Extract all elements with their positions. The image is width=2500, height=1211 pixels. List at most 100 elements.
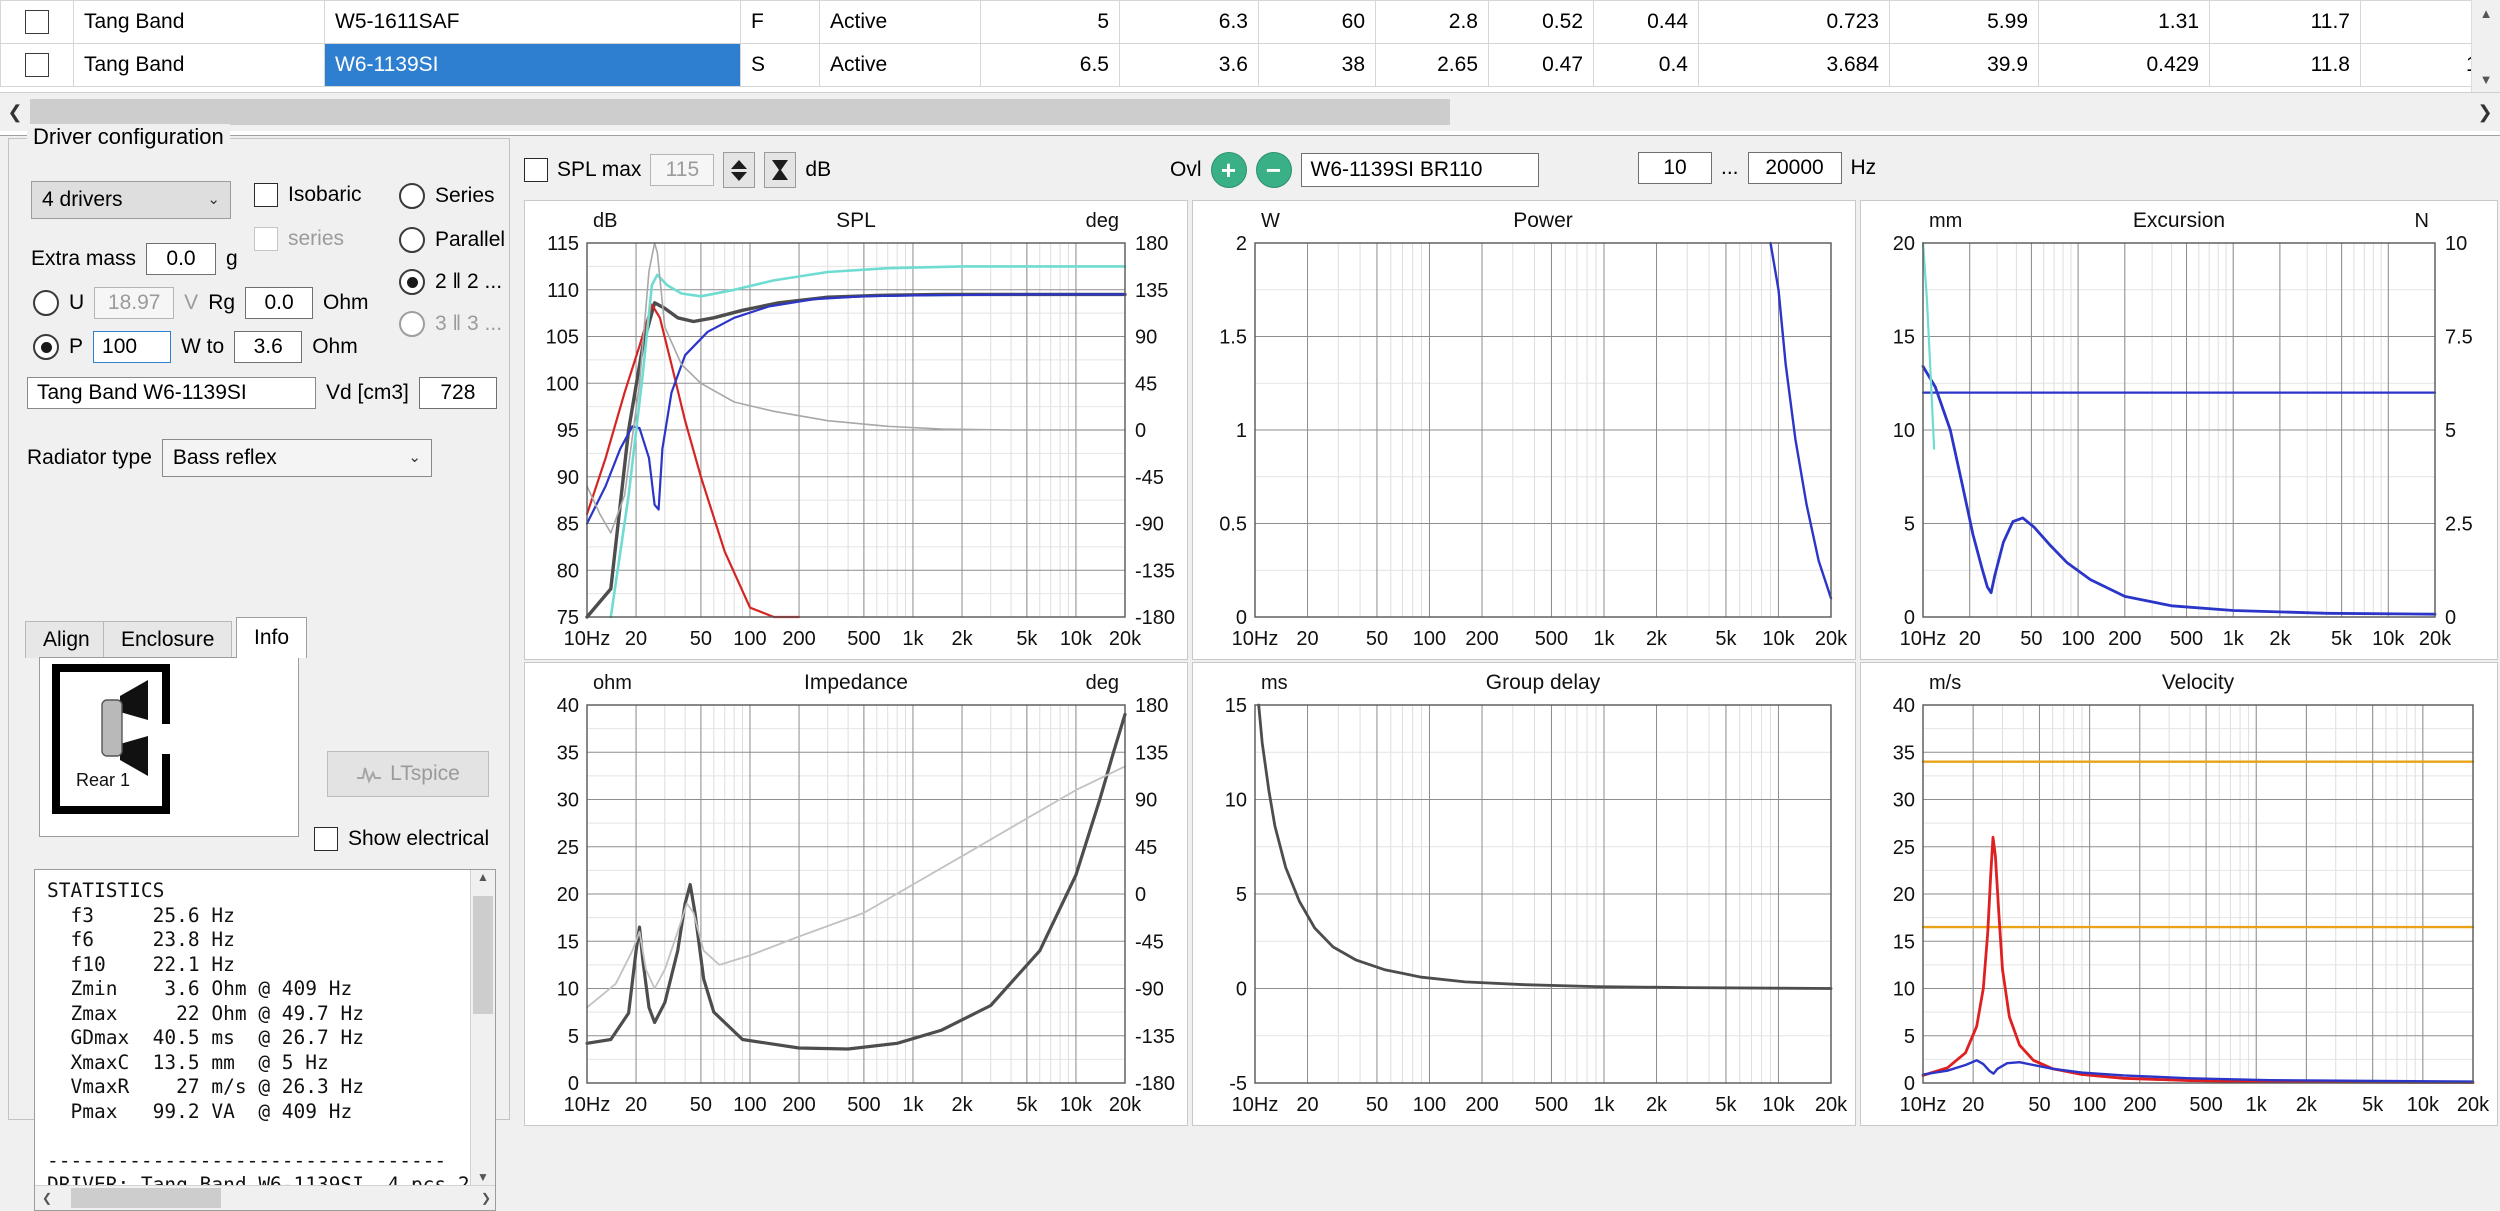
- cell-c5: 0.47: [1489, 44, 1594, 87]
- table-vertical-scrollbar[interactable]: ▲ ▼: [2471, 0, 2500, 92]
- power-drive-radio[interactable]: [33, 334, 59, 360]
- overlay-add-button[interactable]: +: [1211, 152, 1247, 188]
- svg-text:2k: 2k: [1646, 1094, 1668, 1116]
- freq-min-input[interactable]: 10: [1638, 152, 1712, 184]
- stats-scroll-right-icon[interactable]: ❯: [481, 1191, 491, 1205]
- vd-input[interactable]: 728: [419, 377, 497, 409]
- cell-model[interactable]: W6-1139SI: [325, 44, 741, 87]
- power-drive-row[interactable]: P 100 W to 3.6 Ohm: [33, 331, 358, 363]
- p-input[interactable]: 100: [93, 331, 171, 363]
- svg-text:100: 100: [1413, 628, 1446, 650]
- wiring-2x2-row[interactable]: 2 ‖ 2 ...: [399, 269, 502, 295]
- svg-text:50: 50: [690, 1094, 712, 1116]
- wiring-parallel-radio[interactable]: [399, 227, 425, 253]
- wiring-parallel-row[interactable]: Parallel: [399, 227, 505, 253]
- extra-mass-label: Extra mass: [31, 247, 136, 271]
- isobaric-series-row[interactable]: series: [254, 227, 344, 251]
- row-checkbox[interactable]: [25, 53, 49, 77]
- radiator-type-row: Radiator type Bass reflex ⌄: [27, 439, 432, 477]
- statistics-horizontal-scrollbar[interactable]: ❮ ❯: [35, 1185, 495, 1210]
- svg-text:45: 45: [1135, 373, 1157, 395]
- statistics-vscroll-thumb[interactable]: [473, 896, 493, 1014]
- row-checkbox[interactable]: [25, 10, 49, 34]
- statistics-hscroll-thumb[interactable]: [71, 1188, 221, 1208]
- table-row[interactable]: Tang BandW6-1139SISActive6.53.6382.650.4…: [1, 44, 2500, 87]
- rg-unit: Ohm: [323, 291, 369, 315]
- drivers-table-container[interactable]: Tang BandW5-1611SAFFActive56.3602.80.520…: [0, 0, 2500, 136]
- chart-spl[interactable]: 7580859095100105110115-180-135-90-450459…: [524, 200, 1188, 660]
- svg-text:10Hz: 10Hz: [1232, 1094, 1279, 1116]
- stats-scroll-left-icon[interactable]: ❮: [35, 1191, 59, 1205]
- wiring-series-row[interactable]: Series: [399, 183, 495, 209]
- svg-text:1k: 1k: [1593, 628, 1615, 650]
- driver-name-input[interactable]: Tang Band W6-1139SI: [27, 377, 316, 409]
- scroll-right-icon[interactable]: ❯: [2470, 94, 2500, 130]
- voltage-drive-row[interactable]: U 18.97 V Rg 0.0 Ohm: [33, 287, 369, 319]
- scroll-up-icon[interactable]: ▲: [2472, 0, 2500, 26]
- overlay-name-input[interactable]: W6-1139SI BR110: [1301, 153, 1539, 187]
- svg-text:5: 5: [2445, 420, 2456, 442]
- u-input[interactable]: 18.97: [94, 287, 174, 319]
- chart-velocity[interactable]: 051015202530354010Hz20501002005001k2k5k1…: [1860, 662, 2498, 1126]
- cell-model[interactable]: W5-1611SAF: [325, 1, 741, 44]
- svg-text:200: 200: [782, 628, 815, 650]
- chart-impedance[interactable]: 0510152025303540-180-135-90-450459013518…: [524, 662, 1188, 1126]
- isobaric-label: Isobaric: [288, 183, 362, 207]
- rg-input[interactable]: 0.0: [245, 287, 313, 319]
- p-impedance-input[interactable]: 3.6: [234, 331, 302, 363]
- spl-max-unit: dB: [805, 158, 831, 182]
- tab-info[interactable]: Info: [236, 617, 307, 658]
- overlay-remove-button[interactable]: −: [1256, 152, 1292, 188]
- spl-max-checkbox[interactable]: [524, 158, 548, 182]
- stats-scroll-up-icon[interactable]: ▲: [471, 870, 495, 884]
- tab-enclosure[interactable]: Enclosure: [103, 621, 232, 658]
- svg-text:10k: 10k: [1060, 628, 1093, 650]
- scroll-left-icon[interactable]: ❮: [0, 94, 30, 130]
- hscroll-thumb[interactable]: [30, 99, 1450, 125]
- spl-max-input[interactable]: 115: [650, 154, 714, 186]
- wiring-series-radio[interactable]: [399, 183, 425, 209]
- isobaric-series-checkbox[interactable]: [254, 227, 278, 251]
- info-tabstrip: Align Enclosure Info: [25, 617, 495, 657]
- excursion-svg: 0510152002.557.51010Hz20501002005001k2k5…: [1861, 201, 2497, 659]
- isobaric-checkbox[interactable]: [254, 183, 278, 207]
- wiring-2x2-radio[interactable]: [399, 269, 425, 295]
- hourglass-button[interactable]: [764, 152, 796, 188]
- stats-scroll-down-icon[interactable]: ▼: [471, 1170, 495, 1184]
- table-row[interactable]: Tang BandW5-1611SAFFActive56.3602.80.520…: [1, 1, 2500, 44]
- hscroll-track[interactable]: [30, 99, 2470, 125]
- ltspice-button[interactable]: LTspice: [327, 751, 489, 797]
- chevron-down-icon: ⌄: [207, 182, 220, 218]
- wiring-3x3-radio[interactable]: [399, 311, 425, 337]
- wiring-3x3-row[interactable]: 3 ‖ 3 ...: [399, 311, 502, 337]
- group-delay-svg: -505101510Hz20501002005001k2k5k10k20kGro…: [1193, 663, 1855, 1125]
- svg-text:90: 90: [1135, 327, 1157, 349]
- chart-excursion[interactable]: 0510152002.557.51010Hz20501002005001k2k5…: [1860, 200, 2498, 660]
- excursion-title: Excursion: [2133, 209, 2225, 232]
- chart-power[interactable]: 00.511.5210Hz20501002005001k2k5k10k20kPo…: [1192, 200, 1856, 660]
- scroll-down-icon[interactable]: ▼: [2472, 66, 2500, 92]
- statistics-panel[interactable]: STATISTICS f3 25.6 Hz f6 23.8 Hz f10 22.…: [34, 869, 496, 1211]
- cell-c7: 3.684: [1699, 44, 1890, 87]
- freq-max-input[interactable]: 20000: [1748, 152, 1842, 184]
- drivers-table: Tang BandW5-1611SAFFActive56.3602.80.520…: [0, 0, 2500, 87]
- show-electrical-checkbox[interactable]: [314, 827, 338, 851]
- row-select-checkbox-cell[interactable]: [1, 1, 74, 44]
- frequency-range-group: 10 ... 20000 Hz: [1638, 152, 1876, 184]
- tab-align[interactable]: Align: [25, 621, 108, 658]
- voltage-drive-radio[interactable]: [33, 290, 59, 316]
- driver-count-select[interactable]: 4 drivers ⌄: [31, 181, 231, 219]
- table-horizontal-scrollbar[interactable]: ❮ ❯: [0, 92, 2500, 131]
- isobaric-row[interactable]: Isobaric: [254, 183, 362, 207]
- svg-text:20: 20: [1959, 628, 1981, 650]
- impedance-ylabel: ohm: [593, 672, 632, 694]
- statistics-vertical-scrollbar[interactable]: ▲ ▼: [470, 870, 495, 1186]
- row-select-checkbox-cell[interactable]: [1, 44, 74, 87]
- chart-group-delay[interactable]: -505101510Hz20501002005001k2k5k10k20kGro…: [1192, 662, 1856, 1126]
- extra-mass-input[interactable]: 0.0: [146, 243, 216, 275]
- spl-max-spinner[interactable]: [723, 152, 755, 188]
- radiator-type-select[interactable]: Bass reflex ⌄: [162, 439, 432, 477]
- svg-text:100: 100: [1413, 1094, 1446, 1116]
- svg-text:10k: 10k: [1060, 1094, 1093, 1116]
- show-electrical-row[interactable]: Show electrical: [314, 827, 489, 851]
